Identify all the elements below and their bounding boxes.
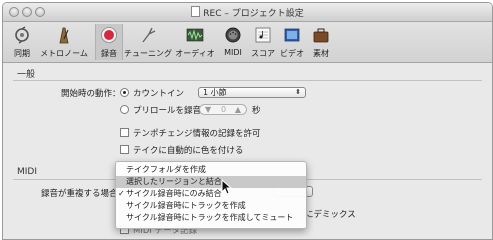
stepper-increment-icon[interactable]: ▲ [235, 105, 241, 114]
sync-icon [15, 26, 29, 44]
tempo-record-label: テンポチェンジ情報の記録を許可 [133, 129, 261, 139]
preroll-seconds-value: 0 [221, 105, 227, 114]
tab-midi-label: MIDI [224, 48, 242, 57]
count-in-bars-value: 1 小節 [203, 88, 227, 97]
video-icon [284, 28, 300, 42]
project-settings-window: REC – プロジェクト設定 同期 メトロノーム 録音 チューニング オーディオ… [2, 2, 493, 240]
audio-waveform-icon [186, 28, 204, 42]
tab-sync-label: 同期 [14, 49, 30, 58]
document-icon [191, 6, 201, 17]
tab-assets-label: 素材 [313, 49, 329, 58]
briefcase-icon [313, 28, 329, 43]
count-in-bars-popup[interactable]: 1 小節 ⬍ [198, 87, 306, 98]
menu-item-merge-cycle-only[interactable]: ✓ サイクル録音時にのみ結合 [116, 188, 306, 200]
demix-option-text: にデミックス [305, 210, 356, 220]
settings-toolbar: 同期 メトロノーム 録音 チューニング オーディオ MIDI スコア ビデオ 素… [3, 22, 492, 63]
menu-item-label: サイクル録音時にトラックを作成してミュート [126, 213, 294, 222]
overlap-recording-menu: テイクフォルダを作成 選択したリージョンと結合 ✓ サイクル録音時にのみ結合 サイ… [115, 161, 307, 229]
preroll-radio[interactable] [120, 105, 129, 114]
tab-video[interactable]: ビデオ [279, 24, 305, 60]
tab-score[interactable]: スコア [250, 24, 276, 60]
tuning-fork-icon [142, 27, 156, 43]
tab-video-label: ビデオ [280, 49, 304, 58]
tab-recording-label: 録音 [101, 49, 117, 58]
tab-metronome-label: メトロノーム [40, 49, 88, 58]
stepper-decrement-icon[interactable]: ▼ [205, 105, 211, 114]
menu-item-label: テイクフォルダを作成 [126, 165, 206, 174]
tab-tuning-label: チューニング [124, 49, 172, 58]
count-in-radio[interactable] [120, 88, 129, 97]
tempo-record-checkbox[interactable] [120, 128, 129, 137]
window-title: REC – プロジェクト設定 [3, 6, 492, 19]
record-icon [101, 27, 117, 43]
tab-midi[interactable]: MIDI [219, 24, 247, 60]
preroll-unit-label: 秒 [252, 106, 261, 116]
tab-metronome[interactable]: メトロノーム [39, 24, 89, 60]
metronome-icon [59, 27, 69, 44]
tab-sync[interactable]: 同期 [7, 24, 37, 60]
mouse-pointer-icon [221, 179, 233, 195]
menu-item-label: サイクル録音時にのみ結合 [126, 189, 222, 198]
general-section-heading: 一般 [17, 70, 36, 80]
start-action-label: 開始時の動作： [61, 89, 121, 99]
preroll-label: プリロールを録音 [133, 106, 202, 116]
title-bar: REC – プロジェクト設定 [3, 3, 492, 22]
tab-recording[interactable]: 録音 [95, 24, 123, 60]
preroll-seconds-stepper[interactable]: ▼ 0 ▲ [199, 104, 247, 115]
menu-item-merge-with-selected[interactable]: 選択したリージョンと結合 [116, 176, 306, 188]
overlap-recording-label: 録音が重複する場合 [41, 189, 118, 199]
menu-item-label: 選択したリージョンと結合 [126, 177, 222, 186]
tab-score-label: スコア [251, 49, 275, 58]
section-divider [13, 80, 482, 81]
tab-assets[interactable]: 素材 [309, 24, 333, 60]
score-icon [255, 27, 271, 43]
tab-tuning[interactable]: チューニング [123, 24, 173, 60]
menu-item-label: サイクル録音時にトラックを作成 [126, 201, 246, 210]
window-title-text: REC – プロジェクト設定 [203, 9, 304, 19]
checkmark-icon: ✓ [118, 189, 125, 198]
midi-port-icon [225, 27, 241, 43]
tab-audio[interactable]: オーディオ [175, 24, 215, 60]
midi-section-heading: MIDI [17, 167, 38, 177]
auto-color-takes-checkbox[interactable] [120, 145, 129, 154]
menu-item-create-take-folder[interactable]: テイクフォルダを作成 [116, 164, 306, 176]
auto-color-takes-label: テイクに自動的に色を付ける [133, 146, 244, 156]
popup-arrows-icon: ⬍ [295, 88, 301, 96]
menu-item-create-tracks-mute[interactable]: サイクル録音時にトラックを作成してミュート [116, 212, 306, 224]
count-in-label: カウントイン [133, 89, 185, 99]
menu-item-create-tracks-cycle[interactable]: サイクル録音時にトラックを作成 [116, 200, 306, 212]
tab-audio-label: オーディオ [175, 49, 215, 58]
